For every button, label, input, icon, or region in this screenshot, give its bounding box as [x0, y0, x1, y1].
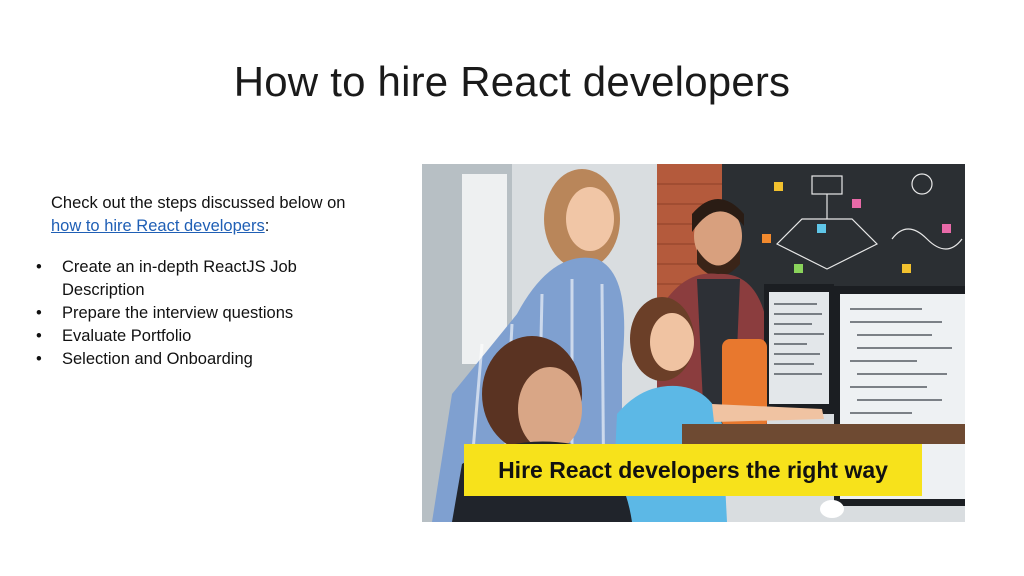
- intro-suffix: :: [264, 217, 270, 235]
- bullet-dot: •: [36, 304, 42, 322]
- list-item-text: Prepare the interview questions: [62, 304, 294, 322]
- steps-list: • Create an in-depth ReactJS Job Descript…: [36, 256, 366, 371]
- list-item: • Selection and Onboarding: [36, 348, 366, 371]
- slide-title: How to hire React developers: [233, 58, 791, 105]
- list-item: • Prepare the interview questions: [36, 302, 366, 325]
- intro-paragraph: Check out the steps discussed below on h…: [51, 192, 391, 238]
- team-photo: Hire React developers the right way: [422, 164, 965, 522]
- list-item-text: Selection and Onboarding: [62, 350, 253, 368]
- list-item-text: Create an in-depth ReactJS Job Descripti…: [62, 258, 297, 299]
- bullet-dot: •: [36, 350, 42, 368]
- how-to-hire-link[interactable]: how to hire React developers: [51, 217, 265, 235]
- bullet-dot: •: [36, 327, 42, 345]
- list-item-text: Evaluate Portfolio: [62, 327, 192, 345]
- list-item: • Evaluate Portfolio: [36, 325, 366, 348]
- intro-text: Check out the steps discussed below on: [51, 194, 346, 212]
- bullet-dot: •: [36, 258, 42, 276]
- image-banner: Hire React developers the right way: [464, 444, 922, 496]
- list-item: • Create an in-depth ReactJS Job Descript…: [36, 256, 366, 302]
